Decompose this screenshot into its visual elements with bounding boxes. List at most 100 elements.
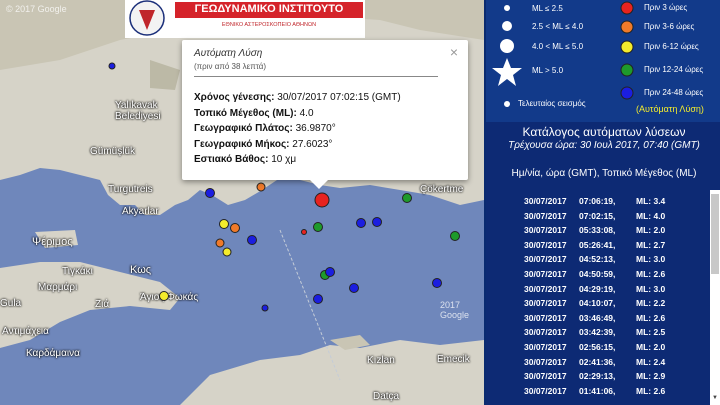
row-date: 30/07/2017 bbox=[524, 385, 567, 396]
quake-marker[interactable] bbox=[301, 229, 307, 235]
popup-subtitle: (πριν από 38 λεπτά) bbox=[194, 62, 267, 71]
row-time: 02:56:15, bbox=[579, 342, 616, 352]
map-area[interactable]: © 2017 Google 2017 Google Yalıkavak Bele… bbox=[0, 0, 484, 405]
scroll-down-icon[interactable]: ▼ bbox=[712, 395, 718, 401]
catalog-header: Ημ/νία, ώρα (GMT), Τοπικό Μέγεθος (ML) bbox=[511, 168, 697, 179]
legend-mag-2: 2.5 < ML ≤ 4.0 bbox=[532, 22, 584, 31]
place-label-kizlan: Kızlan bbox=[367, 355, 395, 366]
row-time: 07:06:19, bbox=[579, 196, 616, 206]
row-date: 30/07/2017 bbox=[524, 225, 567, 236]
row-magnitude: ML: 2.6 bbox=[636, 269, 666, 279]
catalog-row[interactable]: 30/07/2017 03:42:39, ML: 2.5 bbox=[494, 327, 706, 341]
row-time: 01:41:06, bbox=[579, 385, 616, 396]
catalog-row[interactable]: 30/07/2017 05:26:41, ML: 2.7 bbox=[494, 240, 706, 254]
quake-marker[interactable] bbox=[230, 223, 240, 233]
quake-marker[interactable] bbox=[325, 267, 335, 277]
row-magnitude: ML: 2.0 bbox=[636, 225, 666, 236]
catalog-row[interactable]: 30/07/2017 05:33:08, ML: 2.0 bbox=[494, 225, 706, 239]
catalog-row[interactable]: 30/07/2017 04:10:07, ML: 2.2 bbox=[494, 298, 706, 312]
quake-marker[interactable] bbox=[356, 218, 366, 228]
quake-marker[interactable] bbox=[349, 283, 359, 293]
legend-time-1: Πριν 3 ώρες bbox=[644, 3, 688, 12]
quake-marker[interactable] bbox=[313, 222, 323, 232]
place-label-yalikavak: Yalıkavak Belediyesi bbox=[115, 100, 161, 122]
row-date: 30/07/2017 bbox=[524, 283, 567, 294]
popup-row-depth: Εστιακό Βάθος: 10 χμ bbox=[194, 154, 297, 165]
legend-mag-3: 4.0 < ML ≤ 5.0 bbox=[532, 42, 584, 51]
popup-title: Αυτόματη Λύση bbox=[194, 48, 263, 59]
place-label-ayios: Άγιος Φωκάς bbox=[140, 292, 199, 303]
quake-marker[interactable] bbox=[432, 278, 442, 288]
quake-marker[interactable] bbox=[205, 188, 215, 198]
row-time: 04:29:19, bbox=[579, 283, 616, 294]
quake-marker[interactable] bbox=[222, 247, 232, 257]
popup-pointer bbox=[310, 180, 328, 189]
row-magnitude: ML: 2.5 bbox=[636, 327, 666, 338]
popup-details: Χρόνος γένεσης: 30/07/2017 07:02:15 (GMT… bbox=[194, 90, 401, 168]
row-date: 30/07/2017 bbox=[524, 269, 567, 279]
row-time: 03:42:39, bbox=[579, 327, 616, 338]
quake-marker[interactable] bbox=[247, 235, 257, 245]
row-time: 02:41:36, bbox=[579, 356, 616, 367]
quake-marker[interactable] bbox=[219, 219, 229, 229]
row-magnitude: ML: 3.0 bbox=[636, 283, 666, 294]
catalog-title: Κατάλογος αυτόματων λύσεων bbox=[522, 125, 686, 139]
legend-mag-4: ML > 5.0 bbox=[532, 66, 564, 75]
catalog-row[interactable]: 30/07/2017 04:29:19, ML: 3.0 bbox=[494, 284, 706, 298]
popup-row-longitude: Γεωγραφικό Μήκος: 27.6023° bbox=[194, 138, 333, 150]
close-icon[interactable]: × bbox=[450, 44, 458, 60]
catalog-row[interactable]: 30/07/2017 02:41:36, ML: 2.4 bbox=[494, 357, 706, 371]
legend-time-5: Πριν 24-48 ώρες bbox=[644, 88, 704, 97]
quake-marker[interactable] bbox=[314, 192, 330, 208]
catalog-row[interactable]: 30/07/2017 07:02:15, ML: 4.0 bbox=[494, 211, 706, 225]
popup-row-latitude: Γεωγραφικό Πλάτος: 36.9870° bbox=[194, 123, 336, 134]
row-magnitude: ML: 3.4 bbox=[636, 196, 666, 206]
catalog-scrollbar[interactable]: ▼ bbox=[710, 190, 720, 405]
catalog-row[interactable]: 30/07/2017 07:06:19, ML: 3.4 bbox=[494, 196, 706, 210]
catalog-row[interactable]: 30/07/2017 04:52:13, ML: 3.0 bbox=[494, 254, 706, 268]
catalog-row[interactable]: 30/07/2017 02:29:13, ML: 2.9 bbox=[494, 371, 706, 385]
catalog-panel: Κατάλογος αυτόματων λύσεων Τρέχουσα ώρα:… bbox=[484, 122, 720, 405]
institute-logo: ΓΕΩΔΥΝΑΜΙΚΟ ΙΝΣΤΙΤΟΥΤΟ ΕΘΝΙΚΟ ΑΣΤΕΡΟΣΚΟΠ… bbox=[125, 0, 365, 38]
row-time: 05:33:08, bbox=[579, 225, 616, 236]
place-label-turgutreis: Turgutreis bbox=[108, 184, 153, 195]
quake-marker[interactable] bbox=[372, 217, 382, 227]
quake-marker[interactable] bbox=[256, 182, 266, 192]
event-info-popup: Αυτόματη Λύση (πριν από 38 λεπτά) × Χρόν… bbox=[182, 40, 468, 189]
row-date: 30/07/2017 bbox=[524, 356, 567, 367]
legend-mag-1: ML ≤ 2.5 bbox=[532, 4, 563, 13]
quake-marker[interactable] bbox=[402, 193, 412, 203]
row-magnitude: ML: 2.4 bbox=[636, 356, 666, 367]
current-time: Τρέχουσα ώρα: 30 Ιουλ 2017, 07:40 (GMT) bbox=[508, 140, 700, 151]
quake-marker[interactable] bbox=[159, 291, 169, 301]
scrollbar-thumb[interactable] bbox=[711, 194, 719, 274]
catalog-row[interactable]: 30/07/2017 04:50:59, ML: 2.6 bbox=[494, 269, 706, 283]
quake-marker[interactable] bbox=[450, 231, 460, 241]
place-label-gumuslik: Gümüşlük bbox=[90, 146, 136, 157]
place-label-emecik: Emecik bbox=[437, 354, 470, 365]
quake-marker[interactable] bbox=[261, 304, 269, 312]
row-time: 04:52:13, bbox=[579, 254, 616, 265]
quake-marker[interactable] bbox=[108, 62, 116, 70]
catalog-row[interactable]: 30/07/2017 01:41:06, ML: 2.6 bbox=[494, 386, 706, 400]
row-magnitude: ML: 2.6 bbox=[636, 385, 666, 396]
row-date: 30/07/2017 bbox=[524, 327, 567, 338]
place-label-kos: Κως bbox=[130, 264, 152, 276]
quake-marker[interactable] bbox=[215, 238, 225, 248]
row-date: 30/07/2017 bbox=[524, 298, 567, 309]
place-label-ziia: Ζιά bbox=[95, 299, 110, 310]
legend-time-2: Πριν 3-6 ώρες bbox=[644, 22, 695, 31]
legend-time-3: Πριν 6-12 ώρες bbox=[644, 42, 699, 51]
catalog-row[interactable]: 30/07/2017 02:56:15, ML: 2.0 bbox=[494, 342, 706, 356]
quake-marker[interactable] bbox=[313, 294, 323, 304]
row-date: 30/07/2017 bbox=[524, 342, 567, 352]
popup-row-origin-time: Χρόνος γένεσης: 30/07/2017 07:02:15 (GMT… bbox=[194, 92, 401, 103]
place-label-gula: Gula bbox=[0, 298, 22, 309]
catalog-row[interactable]: 30/07/2017 03:46:49, ML: 2.6 bbox=[494, 313, 706, 327]
popup-row-magnitude: Τοπικό Μέγεθος (ML): 4.0 bbox=[194, 107, 314, 119]
place-label-marmari: Μαρμάρι bbox=[38, 282, 78, 293]
map-watermark: © 2017 Google bbox=[6, 4, 67, 14]
catalog-list[interactable]: 30/07/2017 07:06:19, ML: 3.4 30/07/2017 07:0… bbox=[494, 190, 706, 405]
row-date: 30/07/2017 bbox=[524, 210, 567, 221]
row-date: 30/07/2017 bbox=[524, 254, 567, 265]
